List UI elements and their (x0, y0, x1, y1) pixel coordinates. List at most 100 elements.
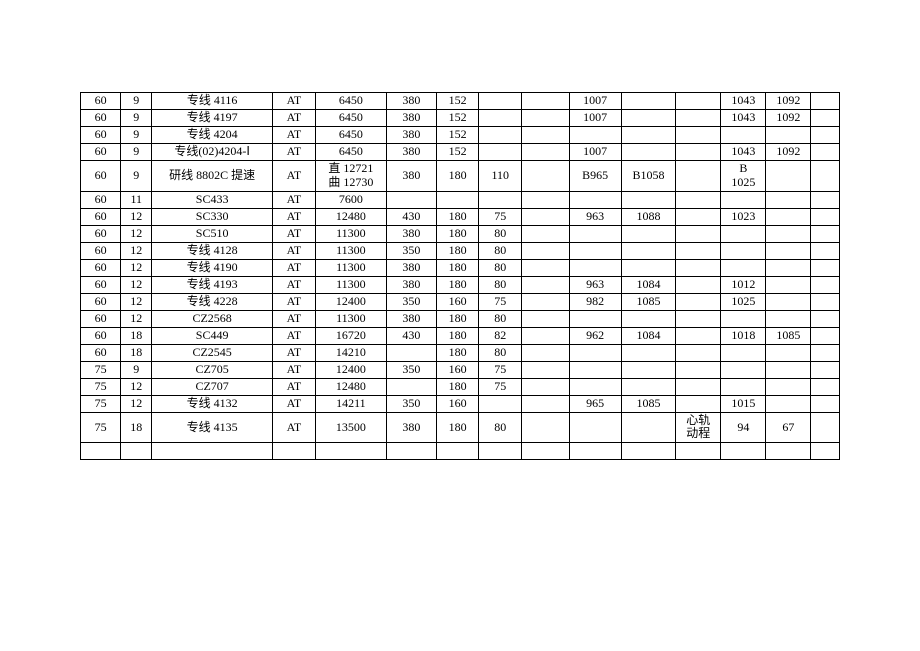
cell: 12 (121, 276, 152, 293)
cell: 380 (386, 412, 436, 443)
table-row (81, 443, 840, 460)
cell (569, 242, 621, 259)
cell: 60 (81, 242, 121, 259)
table-row: 6012SC330AT124804301807596310881023 (81, 208, 840, 225)
cell: 1012 (721, 276, 766, 293)
cell (386, 378, 436, 395)
cell (621, 344, 676, 361)
cell: 9 (121, 127, 152, 144)
cell: 160 (436, 395, 479, 412)
table-row: 6018SC449AT1672043018082962108410181085 (81, 327, 840, 344)
cell: 75 (479, 361, 522, 378)
cell (273, 443, 316, 460)
cell (676, 378, 721, 395)
cell (766, 293, 811, 310)
cell (569, 310, 621, 327)
cell: 1025 (721, 293, 766, 310)
cell: 16720 (315, 327, 386, 344)
cell (315, 443, 386, 460)
cell: 75 (479, 378, 522, 395)
table-row: 759CZ705AT1240035016075 (81, 361, 840, 378)
cell (621, 242, 676, 259)
cell: 380 (386, 127, 436, 144)
cell: 专线 4197 (152, 110, 273, 127)
cell: 60 (81, 293, 121, 310)
cell: AT (273, 208, 316, 225)
cell (569, 191, 621, 208)
cell: 11300 (315, 242, 386, 259)
cell: 430 (386, 327, 436, 344)
cell: 研线 8802C 提速 (152, 161, 273, 192)
cell: AT (273, 293, 316, 310)
cell: 专线 4128 (152, 242, 273, 259)
table-row: 6012SC510AT1130038018080 (81, 225, 840, 242)
cell (522, 161, 569, 192)
cell (621, 259, 676, 276)
cell (621, 412, 676, 443)
cell: 1085 (766, 327, 811, 344)
cell: 1015 (721, 395, 766, 412)
cell (522, 378, 569, 395)
cell (522, 327, 569, 344)
cell: AT (273, 395, 316, 412)
cell (621, 378, 676, 395)
cell: 专线 4116 (152, 93, 273, 110)
table-row: 6012CZ2568AT1130038018080 (81, 310, 840, 327)
cell: 380 (386, 310, 436, 327)
cell (766, 395, 811, 412)
cell: B965 (569, 161, 621, 192)
cell: AT (273, 161, 316, 192)
cell: 60 (81, 161, 121, 192)
cell (676, 276, 721, 293)
cell: 75 (479, 293, 522, 310)
cell (811, 276, 840, 293)
cell: 11 (121, 191, 152, 208)
cell (479, 191, 522, 208)
cell: 60 (81, 110, 121, 127)
cell: 350 (386, 395, 436, 412)
cell (676, 259, 721, 276)
cell: SC510 (152, 225, 273, 242)
cell (522, 310, 569, 327)
cell (811, 443, 840, 460)
cell: 1007 (569, 110, 621, 127)
cell: 80 (479, 225, 522, 242)
cell: 专线(02)4204-Ⅰ (152, 144, 273, 161)
cell: 11300 (315, 276, 386, 293)
cell: AT (273, 327, 316, 344)
cell (522, 144, 569, 161)
cell (721, 242, 766, 259)
cell (569, 412, 621, 443)
cell (676, 310, 721, 327)
data-table: 609专线 4116AT6450380152100710431092609专线 … (80, 92, 840, 460)
cell (766, 242, 811, 259)
cell (569, 259, 621, 276)
cell: AT (273, 144, 316, 161)
cell: SC433 (152, 191, 273, 208)
cell: 160 (436, 361, 479, 378)
table-row: 609研线 8802C 提速AT直 12721曲 12730380180110B… (81, 161, 840, 192)
cell (811, 191, 840, 208)
cell (569, 378, 621, 395)
cell (811, 293, 840, 310)
cell (676, 242, 721, 259)
cell: B1025 (721, 161, 766, 192)
cell (721, 225, 766, 242)
cell (479, 127, 522, 144)
cell: 18 (121, 344, 152, 361)
cell: 直 12721曲 12730 (315, 161, 386, 192)
cell: 9 (121, 144, 152, 161)
cell (811, 378, 840, 395)
cell (811, 93, 840, 110)
cell (522, 242, 569, 259)
cell: CZ707 (152, 378, 273, 395)
cell: 9 (121, 93, 152, 110)
cell: SC330 (152, 208, 273, 225)
cell: 60 (81, 191, 121, 208)
cell (676, 293, 721, 310)
cell: AT (273, 310, 316, 327)
cell (811, 412, 840, 443)
cell: 11300 (315, 259, 386, 276)
cell (121, 443, 152, 460)
cell: 60 (81, 225, 121, 242)
